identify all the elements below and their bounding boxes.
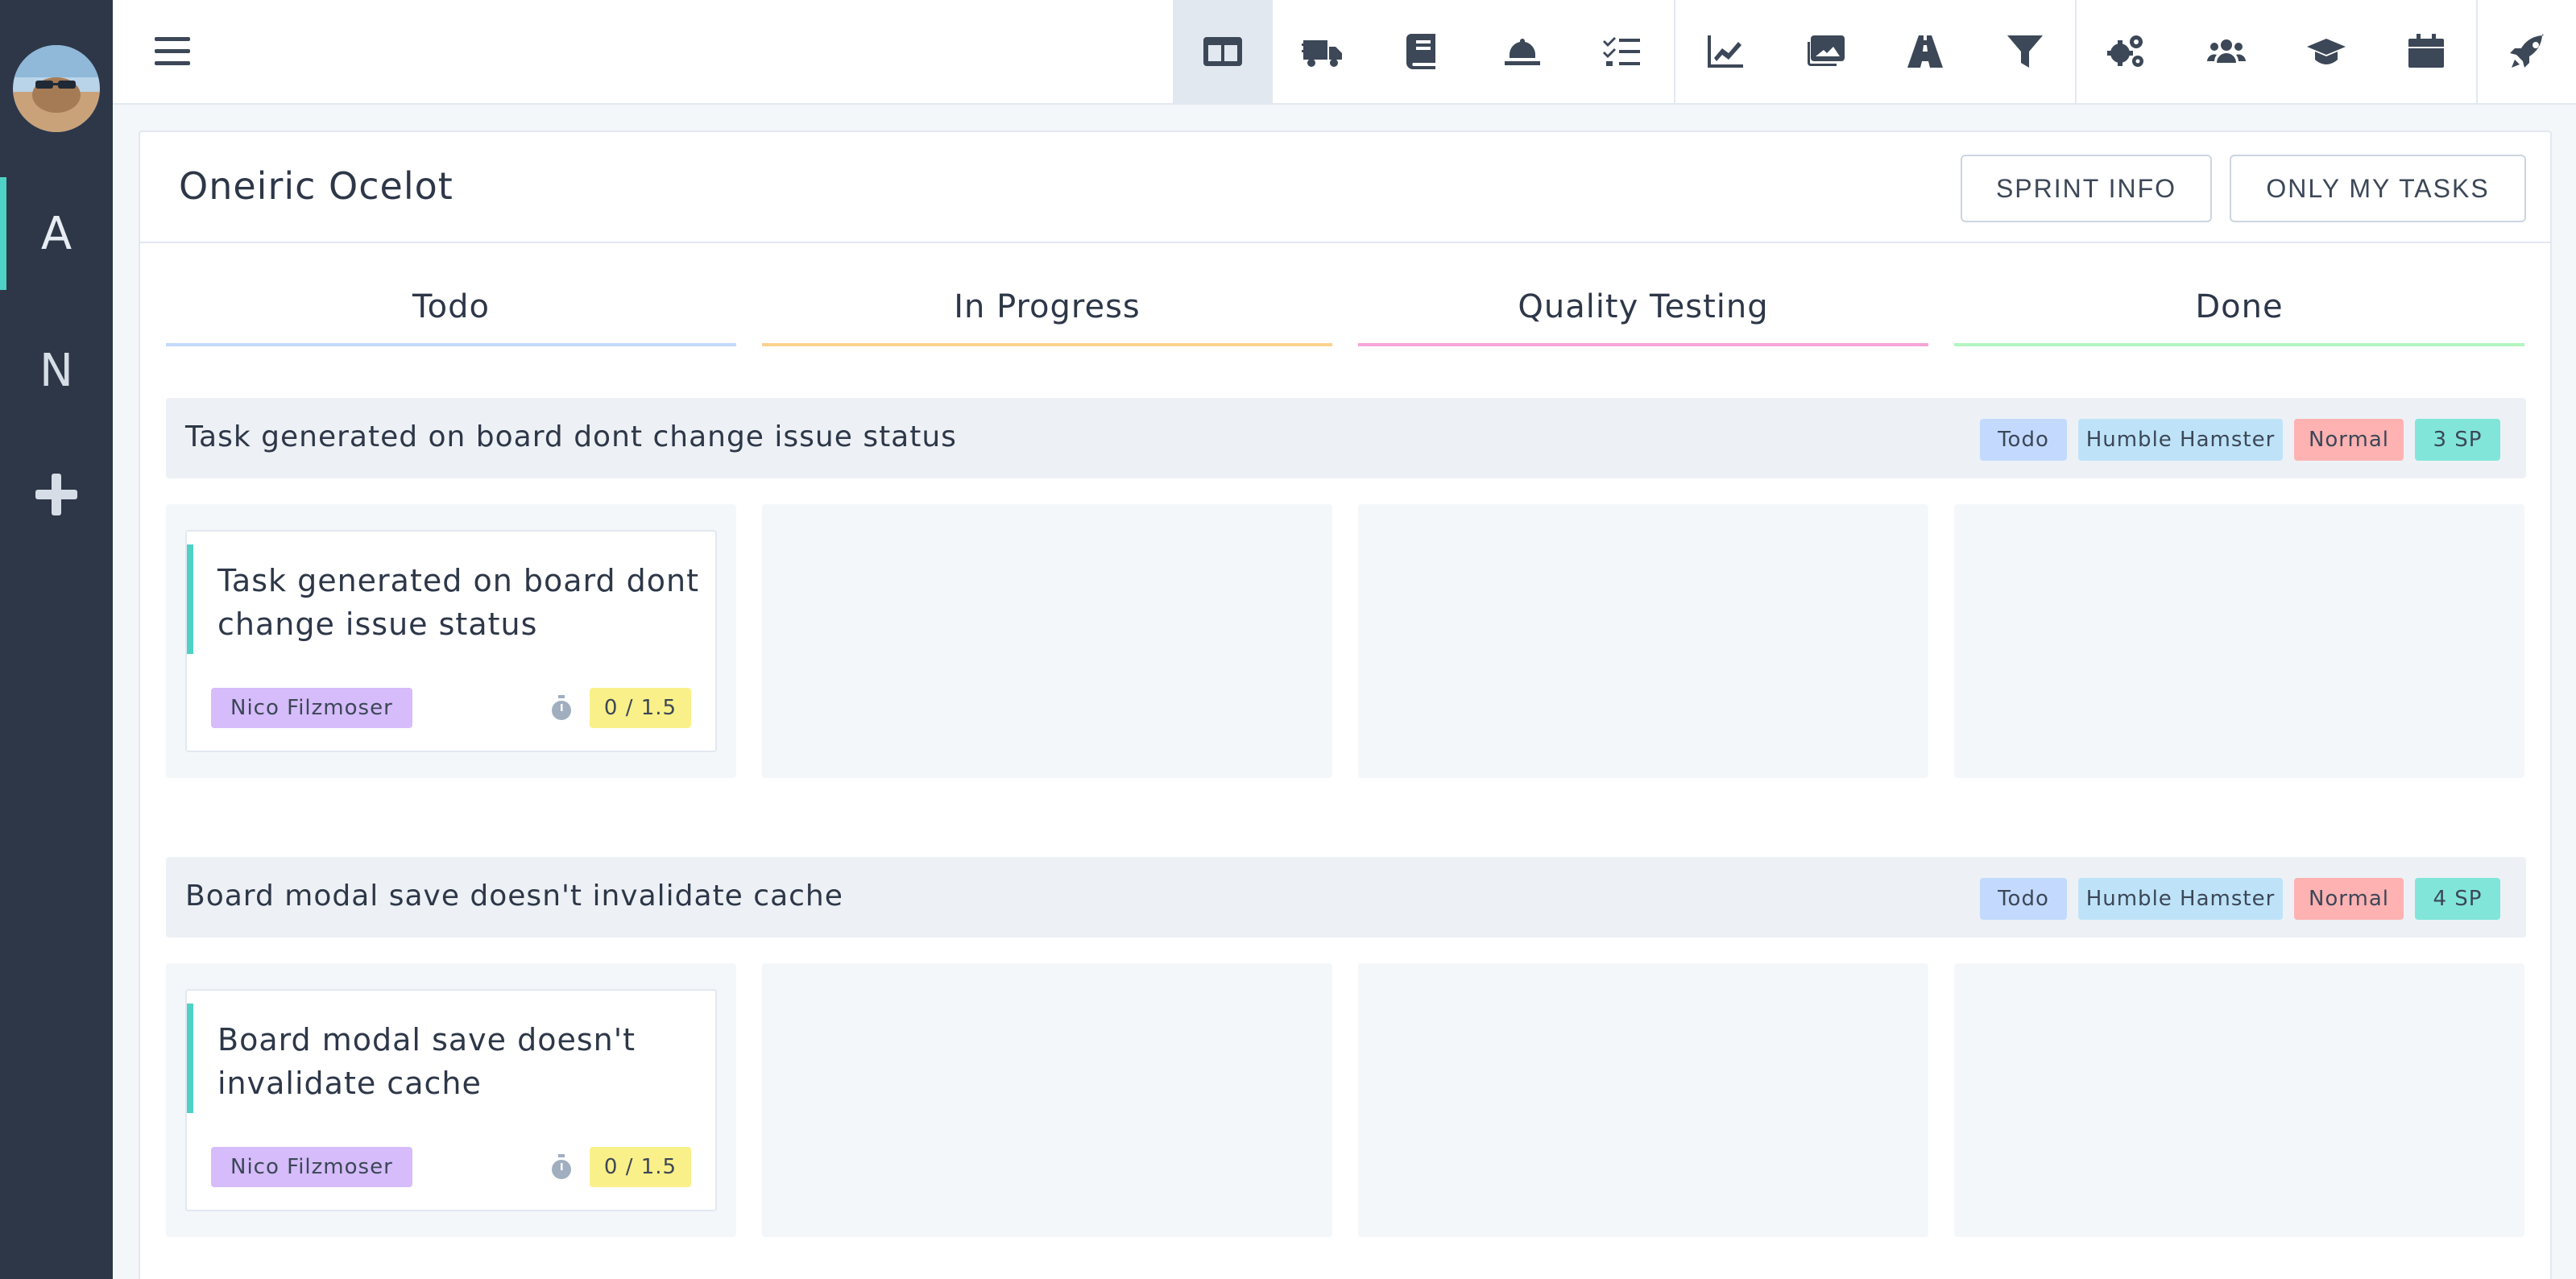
nav-learn[interactable] (2276, 0, 2376, 103)
rocket-icon (2510, 34, 2544, 68)
lane-todo[interactable]: Task generated on board dont change issu… (166, 504, 736, 778)
lane-quality-testing[interactable] (1358, 963, 1928, 1237)
nav-deploy[interactable] (2478, 0, 2576, 103)
nav-service[interactable] (1472, 0, 1572, 103)
nav-group-work (1173, 0, 1672, 103)
nav-settings[interactable] (2077, 0, 2176, 103)
priority-badge: Normal (2294, 419, 2404, 461)
nav-board[interactable] (1173, 0, 1273, 103)
cogs-icon (2107, 35, 2143, 67)
task-card[interactable]: Board modal save doesn't invalidate cach… (185, 989, 717, 1211)
rail-item-a[interactable]: A (0, 177, 113, 290)
calendar-icon (2408, 34, 2444, 68)
only-my-tasks-button[interactable]: ONLY MY TASKS (2230, 155, 2526, 222)
nav-roadmap[interactable] (1875, 0, 1975, 103)
graduation-cap-icon (2307, 39, 2346, 64)
board-panel: Oneiric Ocelot SPRINT INFO ONLY MY TASKS… (139, 130, 2552, 1279)
sprint-badge: Humble Hamster (2078, 419, 2283, 461)
nav-reports[interactable] (1675, 0, 1775, 103)
nav-gallery[interactable] (1775, 0, 1875, 103)
card-title: Task generated on board dont change issu… (217, 563, 700, 642)
column-header-todo: Todo (412, 288, 490, 325)
board-header: Oneiric Ocelot SPRINT INFO ONLY MY TASKS (140, 132, 2550, 243)
story-points-badge: 4 SP (2415, 878, 2500, 920)
issue-row-header[interactable]: Board modal save doesn't invalidate cach… (166, 857, 2526, 938)
column-header-quality-testing: Quality Testing (1518, 288, 1769, 325)
status-badge: Todo (1980, 419, 2067, 461)
users-icon (2207, 39, 2246, 63)
lane-in-progress[interactable] (762, 504, 1332, 778)
priority-badge: Normal (2294, 878, 2404, 920)
assignee-badge[interactable]: Nico Filzmoser (211, 688, 412, 728)
card-title: Board modal save doesn't invalidate cach… (217, 1022, 636, 1101)
lane-done[interactable] (1954, 963, 2524, 1237)
avatar-image (13, 45, 100, 132)
story-points-badge: 3 SP (2415, 419, 2500, 461)
card-accent (187, 544, 193, 654)
sprint-info-button[interactable]: SPRINT INFO (1961, 155, 2212, 222)
truck-icon (1302, 40, 1342, 67)
lane-quality-testing[interactable] (1358, 504, 1928, 778)
issue-title[interactable]: Task generated on board dont change issu… (185, 420, 957, 453)
time-estimate-badge[interactable]: 0 / 1.5 (590, 1147, 691, 1187)
plus-icon (35, 474, 77, 515)
lane-in-progress[interactable] (762, 963, 1332, 1237)
lane-done[interactable] (1954, 504, 2524, 778)
filter-icon (2007, 35, 2043, 68)
status-badge: Todo (1980, 878, 2067, 920)
user-avatar[interactable] (13, 45, 100, 132)
column-header-done: Done (2195, 288, 2284, 325)
chart-icon (1708, 35, 1743, 68)
nav-group-deploy (2478, 0, 2576, 103)
tasks-icon (1603, 37, 1640, 66)
images-icon (1808, 35, 1845, 66)
nav-team[interactable] (2176, 0, 2276, 103)
road-icon (1907, 35, 1943, 68)
hamburger-menu-icon[interactable] (153, 32, 192, 71)
book-icon (1406, 34, 1435, 69)
nav-calendar[interactable] (2376, 0, 2476, 103)
board-icon (1203, 37, 1242, 66)
column-header-in-progress: In Progress (954, 288, 1141, 325)
page-title: Oneiric Ocelot (179, 164, 453, 208)
stopwatch-icon (552, 695, 571, 720)
nav-tasks[interactable] (1572, 0, 1672, 103)
issue-title[interactable]: Board modal save doesn't invalidate cach… (185, 880, 843, 913)
stopwatch-icon (552, 1154, 571, 1179)
column-underline (1358, 343, 1928, 346)
nav-releases[interactable] (1273, 0, 1373, 103)
task-card[interactable]: Task generated on board dont change issu… (185, 530, 717, 752)
nav-group-analytics (1675, 0, 2075, 103)
lane-todo[interactable]: Board modal save doesn't invalidate cach… (166, 963, 736, 1237)
time-estimate-badge[interactable]: 0 / 1.5 (590, 688, 691, 728)
rail-item-n[interactable]: N (0, 314, 113, 427)
top-bar (113, 0, 2576, 105)
side-rail: A N (0, 0, 113, 1279)
card-accent (187, 1004, 193, 1113)
add-project-button[interactable] (0, 438, 113, 551)
column-underline (762, 343, 1332, 346)
nav-backlog[interactable] (1373, 0, 1472, 103)
assignee-badge[interactable]: Nico Filzmoser (211, 1147, 412, 1187)
nav-group-admin (2077, 0, 2476, 103)
column-underline (166, 343, 736, 346)
column-underline (1954, 343, 2524, 346)
sprint-badge: Humble Hamster (2078, 878, 2283, 920)
issue-row-header[interactable]: Task generated on board dont change issu… (166, 398, 2526, 478)
nav-filter[interactable] (1975, 0, 2075, 103)
bell-icon (1505, 39, 1540, 65)
